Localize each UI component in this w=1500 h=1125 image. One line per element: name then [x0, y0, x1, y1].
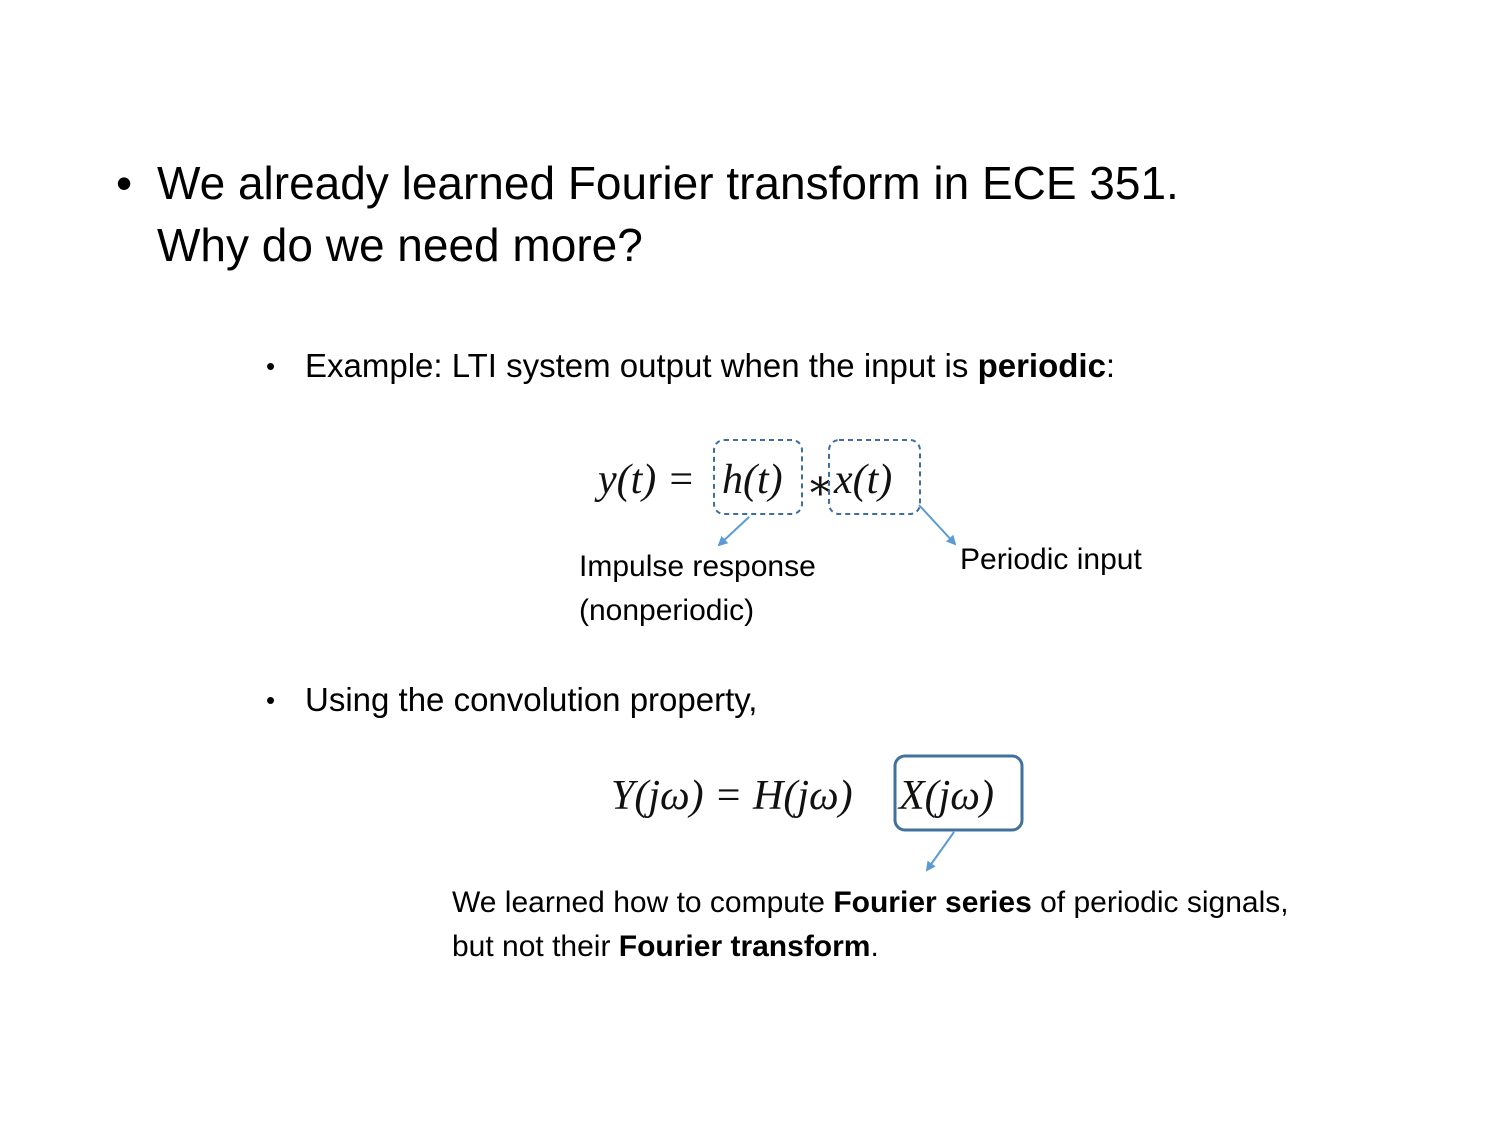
note-part1: We learned how to compute [452, 886, 834, 919]
equation2-lhs: Y(jω) = H(jω) [611, 773, 853, 819]
convolution-bullet-text: Using the convolution property, [305, 681, 758, 718]
main-bullet-line1: We already learned Fourier transform in … [157, 157, 1179, 209]
arrow-to-impulse-label [717, 516, 750, 547]
note-bold1: Fourier series [833, 886, 1032, 919]
example-prefix: Example: LTI system output when the inpu… [305, 347, 978, 384]
example-bullet-text: Example: LTI system output when the inpu… [305, 346, 1115, 386]
label-periodic-input: Periodic input [960, 543, 1142, 576]
note-bold2: Fourier transform [618, 930, 871, 963]
example-suffix: : [1105, 347, 1116, 384]
main-bullet-line2: Why do we need more? [157, 219, 643, 271]
note-part4: . [870, 930, 879, 963]
label-impulse-line1: Impulse response [579, 550, 816, 583]
equation1-h-term: h(t) [722, 457, 783, 503]
note-part2: of periodic signals, [1031, 886, 1289, 919]
arrow-to-periodic-label [918, 504, 957, 546]
main-bullet-text: We already learned Fourier transform in … [157, 152, 1407, 276]
label-impulse-response: Impulse response (nonperiodic) [579, 545, 816, 633]
slide: • We already learned Fourier transform i… [0, 0, 1500, 1125]
equation1-x-term: x(t) [834, 457, 893, 503]
example-bold: periodic [977, 347, 1106, 384]
equation-convolution: y(t) = [598, 456, 695, 504]
bullet-dot: • [116, 157, 133, 209]
arrow-to-note [925, 831, 955, 872]
note-line2: but not their Fourier transform. [452, 925, 1289, 969]
label-impulse-line2: (nonperiodic) [579, 594, 755, 627]
fourier-note: We learned how to compute Fourier series… [452, 881, 1289, 969]
equation1-operator: ∗ [806, 463, 835, 509]
note-part3: but not their [452, 930, 619, 963]
equation1-lhs: y(t) = [598, 457, 696, 503]
note-line1: We learned how to compute Fourier series… [452, 881, 1289, 925]
bullet-dot: • [266, 685, 276, 715]
bullet-dot: • [266, 351, 276, 381]
equation2-boxed-term: X(jω) [899, 773, 994, 819]
